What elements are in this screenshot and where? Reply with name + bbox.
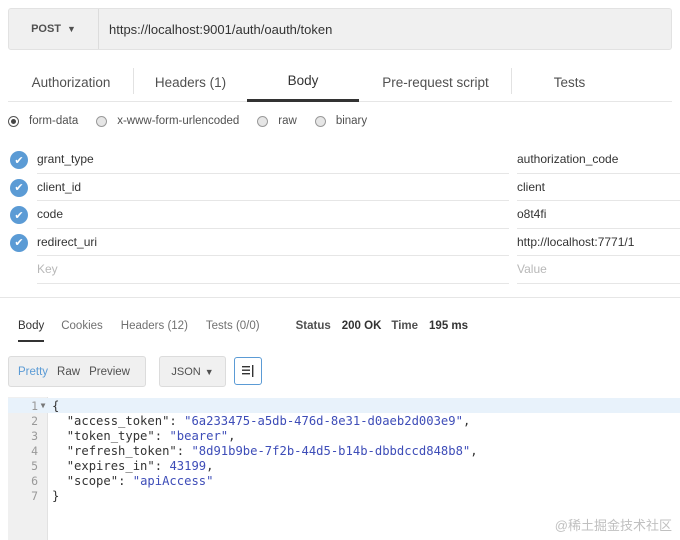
resp-tab-body[interactable]: Body bbox=[18, 310, 45, 342]
line-number: 2 bbox=[31, 413, 38, 428]
url-bar: POST ▼ https://localhost:9001/auth/oauth… bbox=[8, 8, 672, 50]
value-field[interactable]: authorization_code bbox=[517, 146, 680, 174]
response-tabs: Body Cookies Headers (12) Tests (0/0) St… bbox=[0, 310, 680, 342]
json-key: "token_type" bbox=[66, 428, 155, 443]
tab-body[interactable]: Body bbox=[247, 62, 359, 102]
code-line: 1 ▼ { bbox=[8, 398, 680, 413]
key-field[interactable]: redirect_uri bbox=[37, 229, 509, 256]
checkmark-icon[interactable]: ✔ bbox=[10, 151, 28, 169]
code-line: 5 "expires_in": 43199, bbox=[8, 458, 680, 473]
json-value: "apiAccess" bbox=[132, 473, 214, 488]
checkmark-icon[interactable]: ✔ bbox=[10, 233, 28, 252]
key-field[interactable]: grant_type bbox=[37, 146, 509, 174]
radio-icon[interactable] bbox=[314, 115, 326, 127]
line-number: 5 bbox=[31, 458, 38, 473]
code-text: { bbox=[52, 398, 60, 413]
radio-icon[interactable] bbox=[257, 115, 269, 127]
resp-tab-cookies[interactable]: Cookies bbox=[61, 310, 103, 342]
form-row: ✔ redirect_uri http://localhost:7771/1 bbox=[8, 229, 680, 256]
json-key: "scope" bbox=[66, 473, 119, 488]
radio-selected-icon[interactable] bbox=[8, 115, 19, 127]
radio-binary[interactable]: binary bbox=[314, 115, 368, 127]
code-line: 3 "token_type": "bearer", bbox=[8, 428, 680, 443]
preview-button[interactable]: Preview bbox=[80, 366, 130, 378]
format-dropdown[interactable]: JSON ▼ bbox=[159, 356, 226, 387]
request-tabs: Authorization Headers (1) Body Pre-reque… bbox=[8, 62, 672, 102]
raw-button[interactable]: Raw bbox=[48, 366, 80, 378]
method-dropdown[interactable]: POST ▼ bbox=[9, 9, 99, 49]
form-data-table: ✔ grant_type authorization_code ✔ client… bbox=[8, 146, 680, 284]
status-value: 200 OK bbox=[341, 320, 382, 332]
code-text: } bbox=[52, 488, 60, 503]
status-label: Status bbox=[295, 320, 331, 332]
form-row: ✔ grant_type authorization_code bbox=[8, 146, 680, 174]
tab-headers[interactable]: Headers (1) bbox=[134, 62, 247, 102]
radio-label: form-data bbox=[29, 115, 79, 127]
code-line: 6 "scope": "apiAccess" bbox=[8, 473, 680, 488]
radio-icon[interactable] bbox=[96, 115, 108, 127]
chevron-down-icon: ▼ bbox=[67, 24, 76, 34]
code-line: 7 } bbox=[8, 488, 680, 503]
json-value: "bearer" bbox=[169, 428, 229, 443]
checkmark-icon[interactable]: ✔ bbox=[10, 178, 28, 197]
section-divider bbox=[0, 297, 680, 298]
radio-form-data[interactable]: form-data bbox=[8, 115, 78, 127]
resp-tab-tests[interactable]: Tests (0/0) bbox=[206, 310, 260, 342]
wrap-lines-button[interactable] bbox=[234, 357, 262, 385]
wrap-lines-icon bbox=[242, 365, 254, 377]
line-number: 3 bbox=[31, 428, 38, 443]
format-label: JSON bbox=[171, 365, 201, 378]
line-number: 1 bbox=[31, 398, 38, 413]
line-number: 4 bbox=[31, 443, 38, 458]
json-value: "8d91b9be-7f2b-44d5-b14b-dbbdccd848b8" bbox=[191, 443, 471, 458]
json-key: "expires_in" bbox=[66, 458, 155, 473]
body-type-selector: form-data x-www-form-urlencoded raw bina… bbox=[8, 112, 385, 130]
json-value: "6a233475-a5db-476d-8e31-d0aeb2d003e9" bbox=[184, 413, 463, 428]
resp-tab-headers[interactable]: Headers (12) bbox=[121, 310, 188, 342]
view-mode-group: Pretty Raw Preview bbox=[8, 356, 146, 387]
value-field[interactable]: client bbox=[517, 174, 680, 201]
line-number: 7 bbox=[31, 488, 38, 503]
tab-authorization[interactable]: Authorization bbox=[8, 62, 134, 102]
time-label: Time bbox=[391, 320, 419, 332]
url-input[interactable]: https://localhost:9001/auth/oauth/token bbox=[99, 22, 332, 37]
json-key: "access_token" bbox=[66, 413, 170, 428]
value-field[interactable]: http://localhost:7771/1 bbox=[517, 229, 680, 256]
radio-raw[interactable]: raw bbox=[257, 115, 297, 127]
form-row: ✔ code o8t4fi bbox=[8, 201, 680, 229]
pretty-button[interactable]: Pretty bbox=[9, 366, 48, 378]
value-field[interactable]: o8t4fi bbox=[517, 201, 680, 229]
radio-label: binary bbox=[335, 115, 368, 127]
time-value: 195 ms bbox=[429, 320, 469, 332]
method-label: POST bbox=[31, 23, 62, 35]
radio-urlencoded[interactable]: x-www-form-urlencoded bbox=[96, 115, 239, 127]
code-line: 2 "access_token": "6a233475-a5db-476d-8e… bbox=[8, 413, 680, 428]
json-key: "refresh_token" bbox=[66, 443, 177, 458]
fold-arrow-icon[interactable]: ▼ bbox=[38, 401, 48, 410]
checkmark-icon[interactable]: ✔ bbox=[10, 206, 28, 224]
watermark: @稀土掘金技术社区 bbox=[554, 518, 672, 533]
key-placeholder-field[interactable]: Key bbox=[37, 256, 509, 284]
tab-tests[interactable]: Tests bbox=[512, 62, 627, 102]
value-placeholder-field[interactable]: Value bbox=[517, 256, 680, 284]
key-field[interactable]: client_id bbox=[37, 174, 509, 201]
form-row-empty: Key Value bbox=[8, 256, 680, 284]
tab-pre-request-script[interactable]: Pre-request script bbox=[359, 62, 512, 102]
line-number: 6 bbox=[31, 473, 38, 488]
radio-label: x-www-form-urlencoded bbox=[117, 115, 240, 127]
form-row: ✔ client_id client bbox=[8, 174, 680, 201]
key-field[interactable]: code bbox=[37, 201, 509, 229]
chevron-down-icon: ▼ bbox=[204, 366, 214, 377]
radio-label: raw bbox=[278, 115, 297, 127]
json-value: 43199 bbox=[169, 458, 207, 473]
code-line: 4 "refresh_token": "8d91b9be-7f2b-44d5-b… bbox=[8, 443, 680, 458]
